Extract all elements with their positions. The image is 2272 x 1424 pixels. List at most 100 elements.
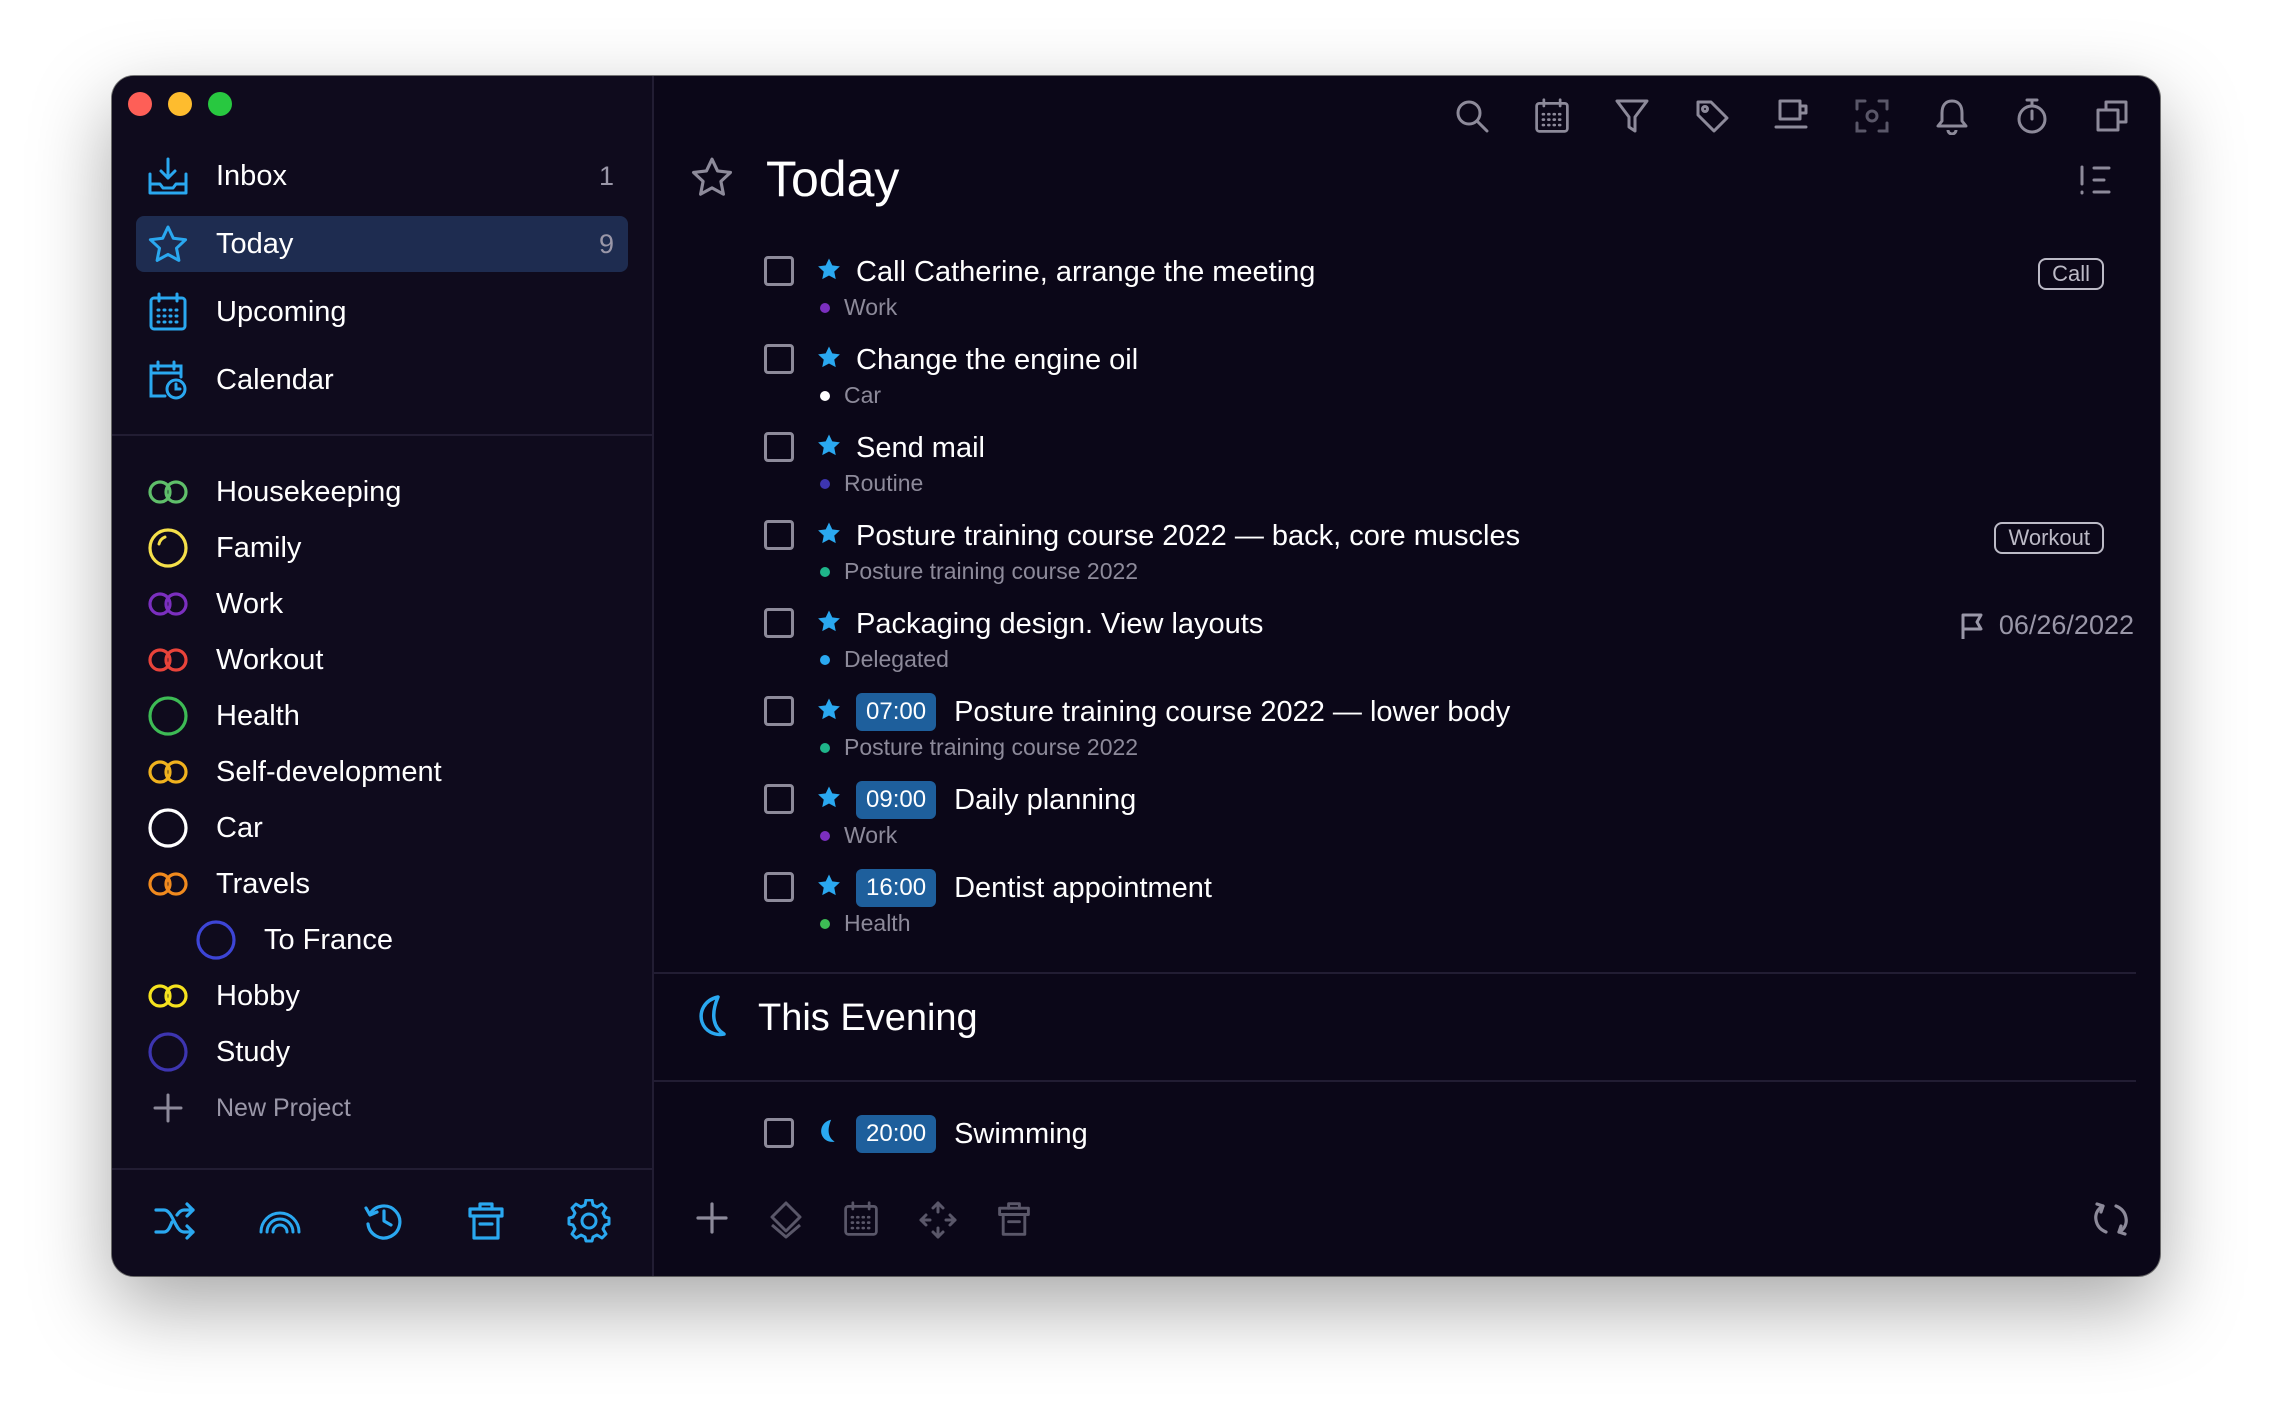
coffee-icon[interactable] [1770,94,1814,138]
task-checkbox[interactable] [764,344,794,374]
sidebar-project-car[interactable]: Car [146,800,626,856]
main-panel: Today Call Catherine, arrange the meetin… [654,76,2160,1276]
project-label: Family [216,531,302,564]
copy-window-icon[interactable] [2090,94,2134,138]
task-row[interactable]: Send mail Routine [764,430,2104,518]
task-project-label: Car [844,382,882,408]
sidebar-project-study[interactable]: Study [146,1024,626,1080]
rainbow-icon[interactable] [258,1206,302,1241]
task-checkbox[interactable] [764,432,794,462]
task-row[interactable]: Posture training course 2022 — back, cor… [764,518,2104,606]
shuffle-icon[interactable] [153,1201,197,1246]
task-time-badge: 09:00 [856,781,937,819]
star-icon [816,784,842,810]
task-title: Dentist appointment [954,871,1212,904]
task-title-line: 16:00 Dentist appointment [856,869,1212,907]
bell-icon[interactable] [1930,94,1974,138]
close-window-button[interactable] [128,92,152,116]
double-ring-icon [146,862,190,906]
task-project-label: Posture training course 2022 [844,558,1139,584]
task-row[interactable]: 07:00 Posture training course 2022 — lowe… [764,693,2104,782]
gear-icon[interactable] [567,1198,611,1248]
project-label: To France [264,923,393,956]
double-ring-icon [146,470,190,514]
move-icon[interactable] [918,1200,958,1245]
sidebar-item-calendar[interactable]: Calendar [136,352,628,408]
task-checkbox[interactable] [764,784,794,814]
task-title: Change the engine oil [856,343,1139,376]
sidebar-project-self-development[interactable]: Self-development [146,744,626,800]
sidebar-item-label: Inbox [216,159,287,192]
sidebar-project-work[interactable]: Work [146,576,626,632]
task-due-date: 06/26/2022 [1959,610,2134,641]
task-project-label: Work [844,822,898,848]
ring-icon [146,526,190,570]
project-color-dot [820,742,830,753]
sidebar-project-family[interactable]: Family [146,520,626,576]
project-color-dot [820,918,830,929]
priority-icon[interactable] [768,1200,804,1245]
sort-options-icon[interactable] [2078,164,2112,201]
inbox-icon [146,154,190,198]
calendar-grid-icon [146,290,190,334]
new-project-button[interactable]: New Project [146,1080,626,1136]
section-divider [654,972,2136,974]
focus-icon[interactable] [1850,94,1894,138]
task-project-label: Delegated [844,646,949,672]
schedule-icon[interactable] [842,1200,880,1245]
sidebar-project-housekeeping[interactable]: Housekeeping [146,464,626,520]
task-checkbox[interactable] [764,608,794,638]
task-project-label: Health [844,910,911,936]
minimize-window-button[interactable] [168,92,192,116]
star-icon [816,696,842,722]
sidebar-item-today[interactable]: Today 9 [136,216,628,272]
task-checkbox[interactable] [764,872,794,902]
task-title-line: 09:00 Daily planning [856,781,1137,819]
project-label: Travels [216,867,310,900]
zoom-window-button[interactable] [208,92,232,116]
trash-icon[interactable] [466,1200,506,1247]
task-title-line: Packaging design. View layouts [856,606,1263,642]
sidebar-project-hobby[interactable]: Hobby [146,968,626,1024]
star-icon [816,344,842,370]
task-row[interactable]: Change the engine oil Car [764,342,2104,430]
sidebar-project-to-france[interactable]: To France [146,912,626,968]
sidebar-project-workout[interactable]: Workout [146,632,626,688]
task-tag[interactable]: Workout [1994,522,2104,554]
timer-icon[interactable] [2010,94,2054,138]
sync-icon[interactable] [2092,1202,2130,1242]
task-row[interactable]: 09:00 Daily planning Work [764,781,2104,870]
sidebar-item-inbox[interactable]: Inbox 1 [136,148,628,204]
sidebar-project-travels[interactable]: Travels [146,856,626,912]
sidebar-project-health[interactable]: Health [146,688,626,744]
project-color-dot [820,830,830,841]
section-title: This Evening [758,997,978,1039]
calendar-icon[interactable] [1530,94,1574,138]
task-checkbox[interactable] [764,1118,794,1148]
task-checkbox[interactable] [764,696,794,726]
section-divider [654,1080,2136,1082]
filter-icon[interactable] [1610,94,1654,138]
task-title: Daily planning [954,783,1137,816]
task-checkbox[interactable] [764,256,794,286]
sidebar-item-upcoming[interactable]: Upcoming [136,284,628,340]
project-label: Study [216,1035,291,1068]
task-project-label: Work [844,294,898,320]
sidebar-item-label: Calendar [216,363,334,396]
history-icon[interactable] [363,1200,405,1247]
task-row[interactable]: 16:00 Dentist appointment Health [764,869,2104,958]
add-task-icon[interactable] [694,1200,730,1245]
delete-task-icon[interactable] [996,1200,1032,1245]
search-icon[interactable] [1450,94,1494,138]
task-title-line: 07:00 Posture training course 2022 — lowe… [856,693,1510,731]
task-checkbox[interactable] [764,520,794,550]
task-row[interactable]: Packaging design. View layouts Delegated 0… [764,606,2134,694]
tag-icon[interactable] [1690,94,1734,138]
task-tag[interactable]: Call [2038,258,2104,290]
task-project: Work [820,822,897,849]
task-title-line: Change the engine oil [856,342,1138,378]
star-icon [816,872,842,898]
task-title: Call Catherine, arrange the meeting [856,255,1316,288]
app-window: Inbox 1 Today 9 Upcoming Calendar Housek… [112,76,2160,1276]
task-row[interactable]: Call Catherine, arrange the meeting Work C… [764,254,2104,342]
